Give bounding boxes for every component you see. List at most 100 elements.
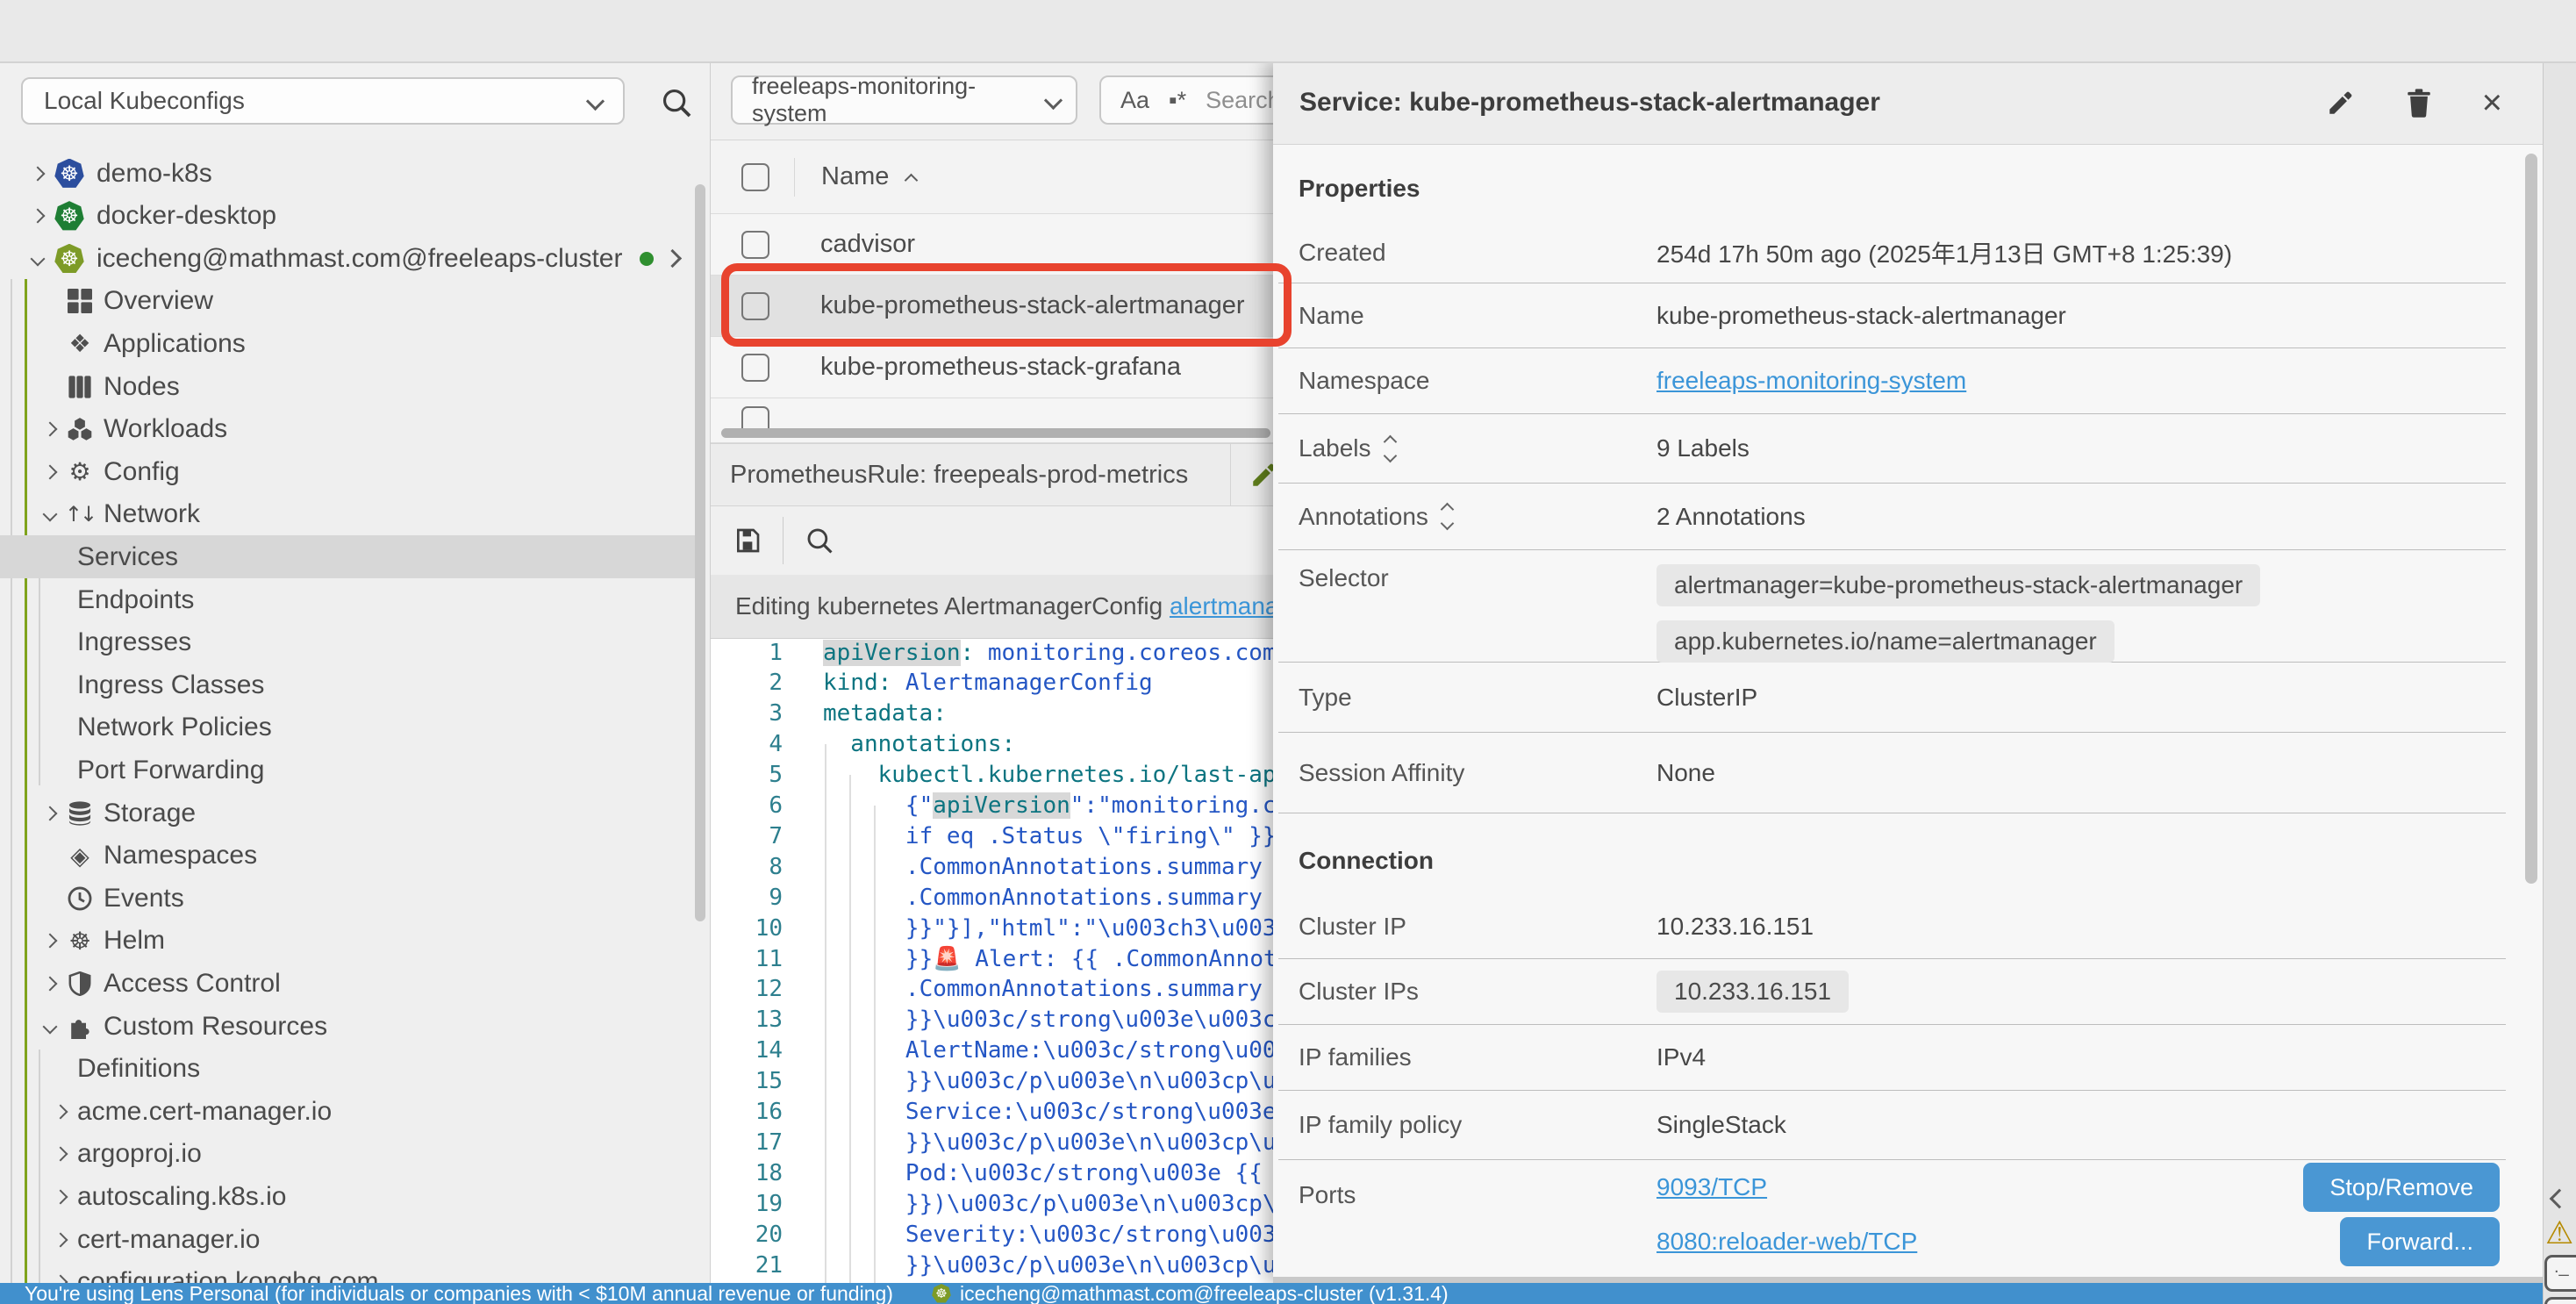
sidebar-item-ingress-classes[interactable]: Ingress Classes: [0, 663, 695, 706]
expand-collapse-icon[interactable]: [1385, 437, 1395, 461]
line-number: 20: [711, 1222, 783, 1248]
sidebar-item-definitions[interactable]: Definitions: [0, 1048, 695, 1091]
sidebar-item-acme-cert-manager-io[interactable]: acme.cert-manager.io: [0, 1090, 695, 1133]
regex-toggle[interactable]: ▪*: [1169, 87, 1186, 114]
sidebar-scrollbar[interactable]: [695, 184, 705, 921]
chevron-down-icon[interactable]: [26, 254, 49, 264]
save-icon[interactable]: [733, 527, 762, 555]
sidebar-item-workloads[interactable]: Workloads: [0, 408, 695, 451]
chevron-right-icon[interactable]: [663, 249, 682, 268]
sidebar-item-argoproj-io[interactable]: argoproj.io: [0, 1133, 695, 1176]
code-line[interactable]: 14 AlertName:\u003c/strong\u003e {{: [711, 1035, 1273, 1066]
sidebar-item-endpoints[interactable]: Endpoints: [0, 578, 695, 621]
chevron-left-icon[interactable]: [2550, 1189, 2570, 1209]
code-line[interactable]: 13 }}\u003c/strong\u003e\u003c/h3\u003e: [711, 1005, 1273, 1035]
sidebar-item-namespaces[interactable]: ◈Namespaces: [0, 835, 695, 878]
sidebar-item-icecheng-mathmast-com-freeleaps-cluster[interactable]: ☸icecheng@mathmast.com@freeleaps-cluster: [0, 237, 695, 280]
drawer-scrollbar[interactable]: [2525, 154, 2537, 884]
editor-search-icon[interactable]: [805, 526, 834, 555]
sort-asc-icon[interactable]: [905, 174, 919, 188]
chevron-right-icon[interactable]: [26, 168, 49, 179]
warning-icon[interactable]: ⚠: [2545, 1215, 2573, 1251]
port-link[interactable]: 9093/TCP: [1657, 1173, 1767, 1201]
yaml-editor[interactable]: 1apiVersion: monitoring.coreos.com/v12ki…: [711, 639, 1273, 1283]
close-icon[interactable]: ×: [2482, 85, 2502, 120]
code-line[interactable]: 11 }}🚨 Alert: {{ .CommonAnnotations: [711, 943, 1273, 974]
expand-collapse-icon[interactable]: [1442, 505, 1452, 528]
delete-trash-icon[interactable]: [2405, 88, 2433, 118]
drawer-horizontal-scrollbar[interactable]: [1273, 1277, 2543, 1283]
namespace-link[interactable]: freeleaps-monitoring-system: [1657, 367, 1966, 394]
chevron-right-icon[interactable]: [39, 467, 61, 477]
code-line[interactable]: 17 }}\u003c/p\u003e\n\u003cp\u003e\u003c: [711, 1127, 1273, 1157]
sidebar-item-access-control[interactable]: Access Control: [0, 962, 695, 1005]
active-cluster-text[interactable]: icecheng@mathmast.com@freeleaps-cluster …: [960, 1283, 1449, 1304]
code-line[interactable]: 9 .CommonAnnotations.summary }}-: [711, 882, 1273, 913]
sidebar-item-events[interactable]: Events: [0, 877, 695, 920]
code-line[interactable]: 7 if eq .Status \"firing\" }}🚨: [711, 820, 1273, 851]
chevron-right-icon[interactable]: [39, 978, 61, 989]
chevron-right-icon[interactable]: [39, 424, 61, 434]
table-horizontal-scrollbar[interactable]: [721, 428, 1270, 438]
select-all-checkbox[interactable]: [741, 163, 769, 191]
name-column-header[interactable]: Name: [821, 162, 889, 191]
code-line[interactable]: 10 }}"}],"html":"\u003ch3\u003e\u003c: [711, 913, 1273, 943]
chevron-down-icon[interactable]: [39, 1021, 61, 1032]
code-line[interactable]: 12 .CommonAnnotations.summary }}-: [711, 974, 1273, 1005]
sidebar-item-services[interactable]: Services: [0, 535, 695, 578]
chevron-right-icon[interactable]: [49, 1277, 72, 1283]
chevron-down-icon: [586, 91, 605, 110]
code-line[interactable]: 2kind: AlertmanagerConfig: [711, 668, 1273, 699]
sidebar-item-demo-k8s[interactable]: ☸demo-k8s: [0, 152, 695, 195]
code-line[interactable]: 1apiVersion: monitoring.coreos.com/v1: [711, 639, 1273, 668]
sidebar-item-config[interactable]: ⚙Config: [0, 450, 695, 493]
chevron-right-icon[interactable]: [49, 1149, 72, 1159]
row-checkbox[interactable]: [741, 231, 769, 259]
code-line[interactable]: 4 annotations:: [711, 729, 1273, 760]
code-line[interactable]: 8 .CommonAnnotations.summary }}-: [711, 851, 1273, 882]
row-checkbox[interactable]: [741, 354, 769, 382]
code-line[interactable]: 15 }}\u003c/p\u003e\n\u003cp\u003e\u003c: [711, 1066, 1273, 1097]
sidebar-item-network-policies[interactable]: Network Policies: [0, 706, 695, 749]
edit-pencil-icon[interactable]: [2326, 88, 2356, 118]
sidebar-item-applications[interactable]: ❖Applications: [0, 322, 695, 365]
sidebar-item-autoscaling-k8s-io[interactable]: autoscaling.k8s.io: [0, 1175, 695, 1218]
sidebar-item-nodes[interactable]: Nodes: [0, 365, 695, 408]
code-line[interactable]: 18 Pod:\u003c/strong\u003e {{ .Co: [711, 1157, 1273, 1188]
sidebar-item-docker-desktop[interactable]: ☸docker-desktop: [0, 195, 695, 238]
sidebar-item-network[interactable]: ↑↓Network: [0, 493, 695, 536]
code-line[interactable]: 16 Service:\u003c/strong\u003e {{: [711, 1097, 1273, 1128]
chevron-right-icon[interactable]: [49, 1235, 72, 1245]
kubeconfig-select[interactable]: Local Kubeconfigs: [21, 77, 625, 125]
forward-button[interactable]: Forward...: [2340, 1217, 2500, 1266]
stop-remove-button[interactable]: Stop/Remove: [2303, 1163, 2500, 1212]
chevron-right-icon[interactable]: [26, 211, 49, 221]
match-case-toggle[interactable]: Aa: [1120, 87, 1149, 114]
search-icon[interactable]: [660, 86, 693, 119]
code-line[interactable]: 3metadata:: [711, 699, 1273, 729]
sidebar-item-overview[interactable]: Overview: [0, 280, 695, 323]
sidebar-item-storage[interactable]: Storage: [0, 792, 695, 835]
chevron-right-icon[interactable]: [39, 935, 61, 946]
code-line[interactable]: 21 }}\u003c/p\u003e\n\u003cp\u003e\u003c: [711, 1250, 1273, 1280]
code-line[interactable]: 20 Severity:\u003c/strong\u003e {{: [711, 1219, 1273, 1250]
chevron-right-icon[interactable]: [49, 1107, 72, 1117]
code-line[interactable]: 5 kubectl.kubernetes.io/last-applied-con…: [711, 760, 1273, 791]
code-line[interactable]: 19 }})\u003c/p\u003e\n\u003cp\u003e\u00: [711, 1188, 1273, 1219]
panel-icon[interactable]: [2544, 1297, 2576, 1304]
chevron-down-icon[interactable]: [39, 509, 61, 519]
port-link[interactable]: 8080:reloader-web/TCP: [1657, 1228, 1917, 1256]
sidebar-item-cert-manager-io[interactable]: cert-manager.io: [0, 1218, 695, 1261]
sidebar-item-custom-resources[interactable]: Custom Resources: [0, 1005, 695, 1048]
chevron-right-icon[interactable]: [49, 1192, 72, 1202]
sidebar-item-helm[interactable]: ☸Helm: [0, 920, 695, 963]
terminal-icon[interactable]: ._: [2544, 1255, 2576, 1292]
sidebar-item-ingresses[interactable]: Ingresses: [0, 621, 695, 664]
sidebar-item-configuration-konghq-com[interactable]: configuration.konghq.com: [0, 1261, 695, 1283]
code-line[interactable]: 6 {"apiVersion":"monitoring.coreos.com/v…: [711, 791, 1273, 821]
sidebar-item-port-forwarding[interactable]: Port Forwarding: [0, 749, 695, 792]
chevron-right-icon[interactable]: [39, 808, 61, 819]
namespace-select[interactable]: freeleaps-monitoring-system: [731, 75, 1077, 125]
prometheusrule-panel-header[interactable]: PrometheusRule: freepeals-prod-metrics: [711, 443, 1273, 506]
drawer-row-ports: Ports9093/TCPStop/Remove8080:reloader-we…: [1278, 1160, 2506, 1283]
